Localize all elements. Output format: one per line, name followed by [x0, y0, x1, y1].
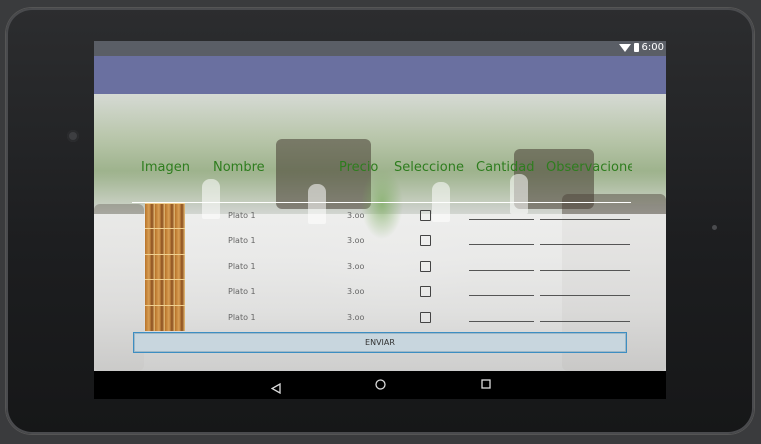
sensor: [712, 225, 717, 230]
notes-input[interactable]: [540, 219, 630, 220]
select-checkbox[interactable]: [420, 261, 431, 272]
app-bar: [94, 56, 666, 94]
header-price: Precio: [339, 160, 379, 175]
dish-name: Plato 1: [228, 262, 256, 271]
header-select: Seleccione: [394, 160, 464, 175]
quantity-input[interactable]: [469, 321, 534, 322]
quantity-input[interactable]: [469, 270, 534, 271]
back-triangle-icon[interactable]: [270, 379, 281, 398]
home-circle-icon[interactable]: [375, 379, 386, 390]
dish-image: [145, 228, 185, 254]
quantity-input[interactable]: [469, 219, 534, 220]
header-notes: Observaciones: [546, 160, 632, 175]
notes-input[interactable]: [540, 295, 630, 296]
dish-price: 3.oo: [347, 287, 365, 296]
dish-name: Plato 1: [228, 211, 256, 220]
status-bar: 6:00: [94, 41, 666, 56]
recent-apps-square-icon[interactable]: [481, 379, 491, 389]
dish-image: [145, 203, 185, 229]
dish-price: 3.oo: [347, 211, 365, 220]
dish-name: Plato 1: [228, 236, 256, 245]
notes-input[interactable]: [540, 270, 630, 271]
table-row: Plato 1 3.oo: [94, 254, 666, 280]
table-header: Imagen Nombre Precio Seleccione Cantidad…: [94, 160, 666, 180]
navigation-bar: [94, 371, 666, 399]
dish-name: Plato 1: [228, 287, 256, 296]
status-time: 6:00: [641, 42, 664, 53]
table-row: Plato 1 3.oo: [94, 279, 666, 305]
dish-image: [145, 254, 185, 280]
wifi-icon: [618, 43, 631, 52]
dish-image: [145, 305, 185, 331]
table-row: Plato 1 3.oo: [94, 203, 666, 229]
battery-icon: [633, 43, 639, 52]
notes-input[interactable]: [540, 244, 630, 245]
quantity-input[interactable]: [469, 295, 534, 296]
tablet-screen: 6:00 Imagen Nombre Precio Seleccione Can…: [94, 41, 666, 399]
select-checkbox[interactable]: [420, 286, 431, 297]
order-content: Imagen Nombre Precio Seleccione Cantidad…: [94, 94, 666, 371]
select-checkbox[interactable]: [420, 235, 431, 246]
header-name: Nombre: [213, 160, 265, 175]
dish-price: 3.oo: [347, 262, 365, 271]
header-image: Imagen: [141, 160, 190, 175]
quantity-input[interactable]: [469, 244, 534, 245]
select-checkbox[interactable]: [420, 312, 431, 323]
select-checkbox[interactable]: [420, 210, 431, 221]
notes-input[interactable]: [540, 321, 630, 322]
dish-name: Plato 1: [228, 313, 256, 322]
table-row: Plato 1 3.oo: [94, 228, 666, 254]
header-quantity: Cantidad: [476, 160, 535, 175]
dish-price: 3.oo: [347, 236, 365, 245]
front-camera: [67, 130, 79, 142]
submit-order-button[interactable]: ENVIAR: [133, 332, 627, 353]
dish-price: 3.oo: [347, 313, 365, 322]
table-row: Plato 1 3.oo: [94, 305, 666, 331]
dish-image: [145, 279, 185, 305]
